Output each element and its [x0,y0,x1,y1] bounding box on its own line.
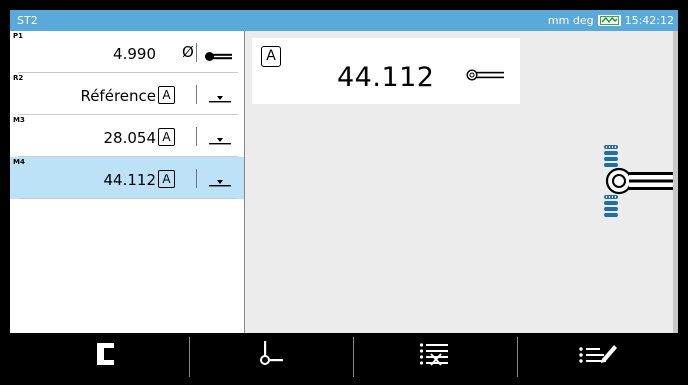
divider [196,169,197,188]
probe-point-icon [256,341,284,371]
list-item-m3[interactable]: M3 28.054 A [10,115,244,157]
item-tag: M3 [13,116,25,124]
divider [196,127,197,146]
bracket-button[interactable] [26,333,186,379]
delete-list-icon [419,342,449,370]
edit-list-icon [578,341,618,371]
item-value: 4.990 [113,45,156,63]
title-bar: ST2 mm deg 15:42:12 [10,10,678,31]
units-label: mm deg [547,14,594,27]
datum-icon[interactable] [209,89,231,108]
divider [196,43,197,62]
measurement-list: P1 4.990 Ø R2 Référence A M3 28.054 A M4… [10,31,244,333]
delete-list-button[interactable] [354,333,514,379]
probe-icon[interactable] [204,47,234,66]
view-scrollbar[interactable] [673,31,678,333]
probe-contact-icon [595,143,675,223]
item-tag: M4 [13,158,25,166]
list-item-m4[interactable]: M4 44.112 A [10,157,244,199]
bottom-toolbar [10,333,678,385]
item-tag: P1 [13,32,24,40]
list-item-p1[interactable]: P1 4.990 Ø [10,31,244,73]
status-area: mm deg 15:42:12 [548,14,674,27]
datum-badge: A [158,86,175,104]
item-value: 44.112 [103,171,157,189]
probe-point-button[interactable] [190,333,350,379]
datum-icon[interactable] [209,173,231,192]
edit-list-button[interactable] [518,333,678,379]
datum-badge: A [158,128,175,146]
bracket-icon [97,343,115,369]
item-tag: R2 [13,74,24,82]
item-value: Référence [80,87,156,105]
row-rule [18,198,238,199]
diameter-icon: Ø [182,43,194,61]
item-value: 28.054 [103,129,157,147]
datum-badge: A [158,170,175,188]
power-icon [597,15,621,26]
screen-frame: ST2 mm deg 15:42:12 P1 4.990 Ø R2 Référe… [0,0,688,385]
datum-icon[interactable] [209,131,231,150]
app-title: ST2 [17,14,38,27]
measurement-view[interactable]: A 44.112 [245,31,675,333]
datum-badge: A [261,46,281,67]
clock: 15:42:12 [624,14,674,27]
list-item-r2[interactable]: R2 Référence A [10,73,244,115]
readout-value: 44.112 [337,62,435,93]
readout-panel: A 44.112 [252,38,520,104]
probe-icon [466,66,506,85]
divider [196,85,197,104]
